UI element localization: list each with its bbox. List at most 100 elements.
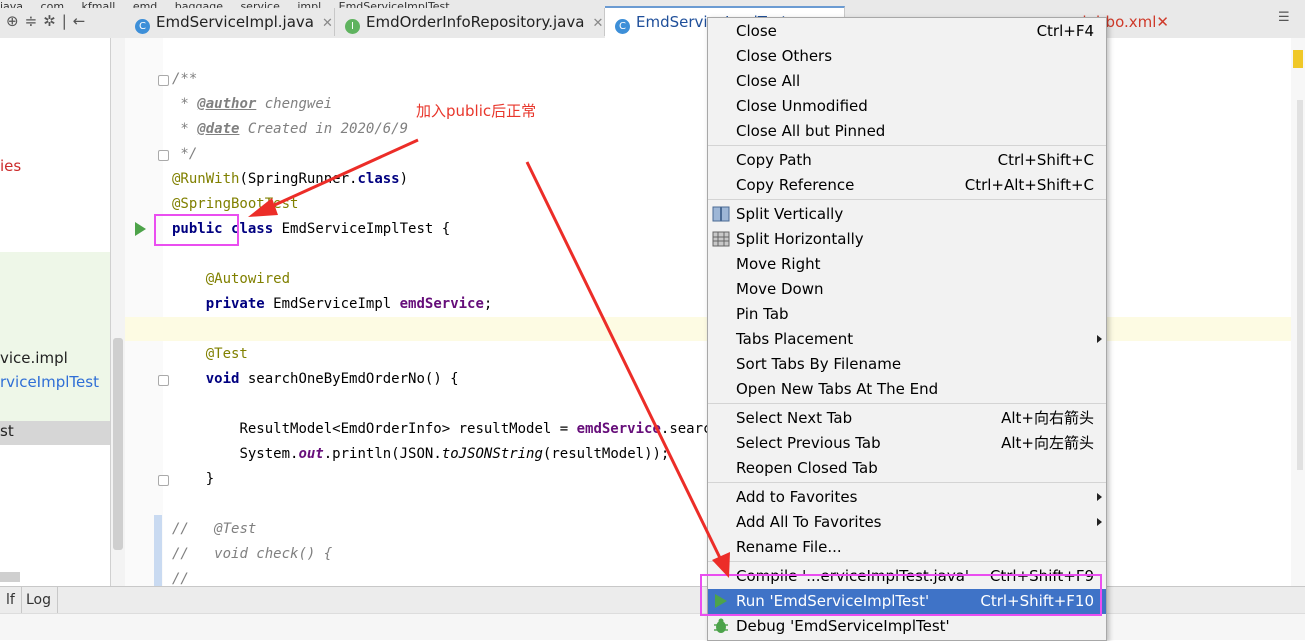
bottom-panel: [0, 613, 1305, 640]
menu-item-shortcut: Ctrl+F4: [1036, 22, 1094, 40]
keyword: class: [357, 171, 400, 187]
menu-item-label: Reopen Closed Tab: [736, 459, 878, 477]
fold-icon[interactable]: [158, 375, 169, 386]
breadcrumb-item[interactable]: java: [0, 0, 23, 8]
editor-gutter: [125, 38, 163, 586]
gear-icon[interactable]: ✲: [43, 12, 62, 30]
menu-item-label: Tabs Placement: [736, 330, 854, 348]
menu-item-label: Move Down: [736, 280, 824, 298]
code-token: .println(JSON.: [323, 446, 442, 462]
menu-item-shortcut: Alt+向左箭头: [1001, 434, 1094, 452]
javadoc-tag: @date: [197, 121, 240, 137]
menu-item-open-new-tabs-at-end[interactable]: Open New Tabs At The End: [708, 377, 1106, 402]
menu-item-close-others[interactable]: Close Others: [708, 44, 1106, 69]
project-panel: ies vice.impl rviceImplTest st: [0, 38, 111, 586]
warning-marker[interactable]: [1293, 50, 1303, 68]
menu-item-label: Pin Tab: [736, 305, 789, 323]
annotation-highlight-box: [700, 574, 1102, 616]
fold-icon[interactable]: [158, 475, 169, 486]
class-icon: C: [135, 19, 150, 34]
menu-item-label: Sort Tabs By Filename: [736, 355, 902, 373]
code-line: ResultModel<EmdOrderInfo> resultModel = …: [172, 421, 712, 437]
menu-item-label: Split Vertically: [736, 205, 844, 223]
menu-item-reopen-closed-tab[interactable]: Reopen Closed Tab: [708, 456, 1106, 481]
hide-icon[interactable]: |←: [62, 12, 92, 30]
code-line: * @author chengwei: [172, 96, 333, 112]
project-toolbar: ⊕≑✲|←: [6, 12, 91, 30]
breadcrumb-item[interactable]: com: [41, 0, 65, 8]
menu-item-sort-tabs[interactable]: Sort Tabs By Filename: [708, 352, 1106, 377]
menu-item-rename-file[interactable]: Rename File...: [708, 535, 1106, 560]
menu-item-tabs-placement[interactable]: Tabs Placement: [708, 327, 1106, 352]
keyword: private: [205, 296, 265, 312]
menu-item-close-unmodified[interactable]: Close Unmodified: [708, 94, 1106, 119]
javadoc-text: chengwei: [264, 96, 333, 112]
menu-item-shortcut: Ctrl+Shift+C: [997, 151, 1094, 169]
tree-item[interactable]: vice.impl: [0, 349, 68, 367]
menu-item-label: Close Unmodified: [736, 97, 868, 115]
menu-item-copy-path[interactable]: Copy Path Ctrl+Shift+C: [708, 148, 1106, 173]
menu-item-close-all[interactable]: Close All: [708, 69, 1106, 94]
fold-icon[interactable]: [158, 150, 169, 161]
editor-scrollbar-thumb[interactable]: [1297, 100, 1303, 470]
menu-item-move-right[interactable]: Move Right: [708, 252, 1106, 277]
horizontal-scrollbar-thumb[interactable]: [0, 572, 20, 582]
close-icon[interactable]: ✕: [1156, 13, 1169, 31]
static-method: toJSONString: [441, 446, 543, 462]
split-horizontal-icon: [712, 231, 730, 247]
submenu-arrow-icon: [1097, 518, 1102, 526]
menu-item-label: Split Horizontally: [736, 230, 864, 248]
fold-icon[interactable]: [158, 75, 169, 86]
code-line: // @Test: [172, 521, 257, 537]
submenu-arrow-icon: [1097, 335, 1102, 343]
run-gutter-icon[interactable]: [135, 222, 146, 236]
annotation-text: 加入public后正常: [416, 102, 537, 120]
menu-item-split-vertically[interactable]: Split Vertically: [708, 202, 1106, 227]
menu-item-label: Open New Tabs At The End: [736, 380, 939, 398]
menu-item-select-previous-tab[interactable]: Select Previous Tab Alt+向左箭头: [708, 431, 1106, 456]
field-name: emdService: [576, 421, 661, 437]
tree-item[interactable]: rviceImplTest: [0, 373, 99, 391]
menu-item-label: Select Next Tab: [736, 409, 853, 427]
tree-item-selected[interactable]: st: [0, 422, 14, 440]
tree-item[interactable]: ies: [0, 157, 21, 175]
code-line: @SpringBootTest: [172, 196, 299, 212]
menu-item-label: Close All but Pinned: [736, 122, 886, 140]
menu-item-copy-reference[interactable]: Copy Reference Ctrl+Alt+Shift+C: [708, 173, 1106, 198]
code-line: }: [172, 471, 215, 487]
tool-window-button[interactable]: Log: [20, 587, 59, 614]
vcs-change-marker: [154, 515, 162, 586]
menu-item-pin-tab[interactable]: Pin Tab: [708, 302, 1106, 327]
javadoc-text: Created in 2020/6/9: [247, 121, 409, 137]
tab-list-icon[interactable]: ☰: [1278, 10, 1290, 25]
menu-item-add-to-favorites[interactable]: Add to Favorites: [708, 485, 1106, 510]
menu-item-close[interactable]: Close Ctrl+F4: [708, 19, 1106, 44]
menu-item-select-next-tab[interactable]: Select Next Tab Alt+向右箭头: [708, 406, 1106, 431]
code-line: @Test: [172, 346, 248, 362]
menu-item-label: Close Others: [736, 47, 833, 65]
target-icon[interactable]: ⊕: [6, 12, 25, 30]
menu-item-add-all-to-favorites[interactable]: Add All To Favorites: [708, 510, 1106, 535]
annotation-highlight-box: [154, 214, 239, 246]
code-token: System.: [239, 446, 299, 462]
menu-item-split-horizontally[interactable]: Split Horizontally: [708, 227, 1106, 252]
menu-item-close-all-but-pinned[interactable]: Close All but Pinned: [708, 119, 1106, 144]
menu-item-move-down[interactable]: Move Down: [708, 277, 1106, 302]
menu-separator: [708, 199, 1106, 200]
code-token: (resultModel));: [542, 446, 670, 462]
project-scrollbar-thumb[interactable]: [113, 338, 123, 550]
breadcrumb-item[interactable]: emd: [133, 0, 157, 8]
collapse-icon[interactable]: ≑: [25, 12, 44, 30]
menu-item-label: Add to Favorites: [736, 488, 858, 506]
menu-item-label: Close: [736, 22, 777, 40]
menu-separator: [708, 145, 1106, 146]
menu-item-debug[interactable]: Debug 'EmdServiceImplTest': [708, 614, 1106, 639]
annotation: @Autowired: [205, 271, 291, 287]
code-line: */: [172, 146, 198, 162]
code-line: // void check() {: [172, 546, 333, 562]
menu-item-label: Rename File...: [736, 538, 842, 556]
breadcrumb-item[interactable]: kfmall: [82, 0, 116, 8]
menu-separator: [708, 561, 1106, 562]
tool-window-button[interactable]: lf: [0, 587, 22, 614]
code-token: EmdServiceImpl: [273, 296, 392, 312]
